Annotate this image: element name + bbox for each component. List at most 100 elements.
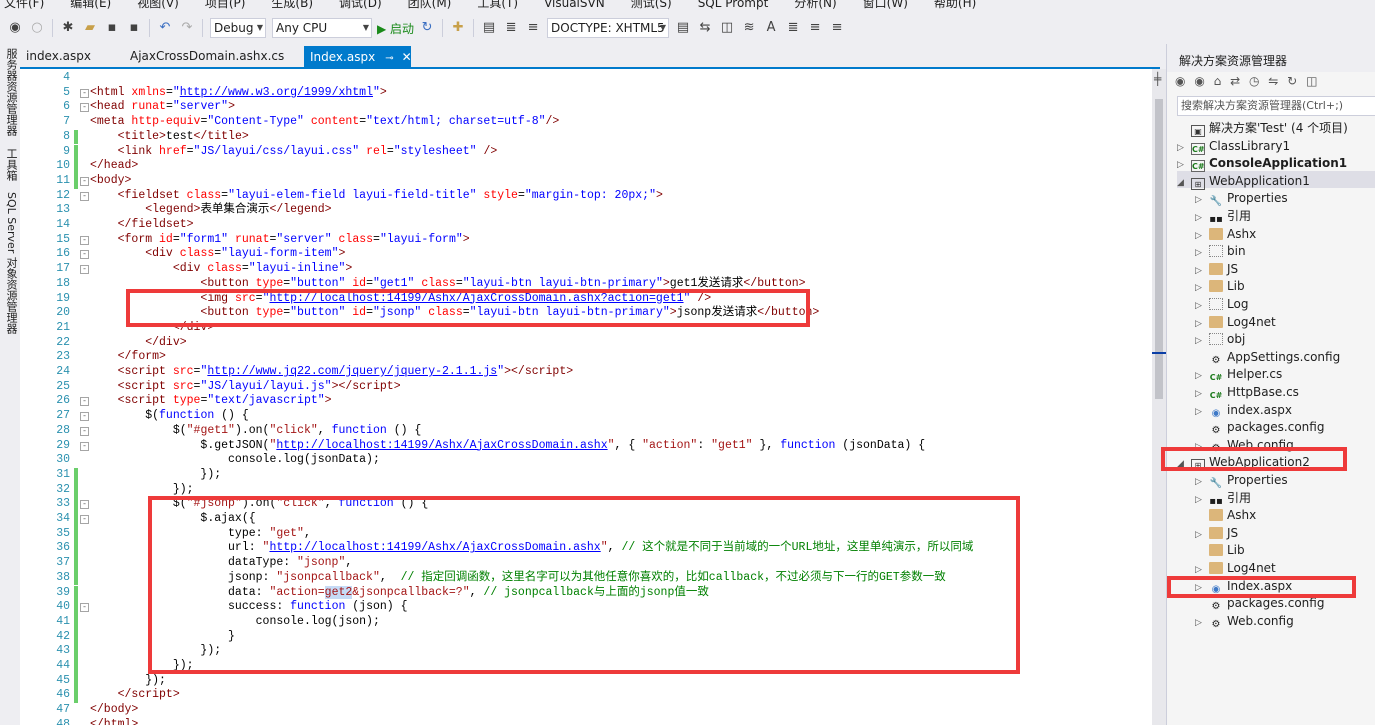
menu-item[interactable]: 项目(P) [205, 0, 246, 9]
undo-icon[interactable]: ↶ [157, 20, 173, 36]
code-line[interactable]: 25 <script src="JS/layui/layui.js"></scr… [20, 380, 1152, 395]
fold-toggle-icon[interactable]: - [80, 250, 89, 260]
tree-item[interactable]: ▷ 🔧 Properties [1195, 472, 1288, 490]
code-line[interactable]: 18 <button type="button" id="get1" class… [20, 277, 1152, 292]
code-line[interactable]: 23 </form> [20, 350, 1152, 365]
new-project-icon[interactable]: ✱ [60, 20, 76, 36]
code-line[interactable]: 46 </script> [20, 688, 1152, 704]
code-editor[interactable]: 4 5- <html xmlns="http://www.w3.org/1999/x… [20, 69, 1152, 725]
code-line[interactable]: 17- <div class="layui-inline"> [20, 262, 1152, 277]
tree-item[interactable]: ▷ ⚙ Web.config [1195, 437, 1294, 455]
code-line[interactable]: 9 <link href="JS/layui/css/layui.css" re… [20, 144, 1152, 160]
code-line[interactable]: 15- <form id="form1" runat="server" clas… [20, 233, 1152, 248]
fold-toggle-icon[interactable]: - [80, 265, 89, 275]
tab-index-aspx-active[interactable]: Index.aspx ⊸ ✕ [304, 46, 412, 68]
format-icon[interactable]: ≣ [503, 20, 519, 36]
tree-item[interactable]: ▷ Log4net [1195, 314, 1276, 332]
menu-item[interactable]: 窗口(W) [863, 0, 908, 9]
redo-icon[interactable]: ↷ [179, 20, 195, 36]
code-line[interactable]: 42 } [20, 629, 1152, 645]
code-line[interactable]: 36 url: "http://localhost:14199/Ashx/Aja… [20, 541, 1152, 557]
save-icon[interactable]: ▪ [104, 20, 120, 36]
tree-item[interactable]: ⚙ packages.config [1195, 595, 1325, 613]
tree-item[interactable]: ▷ obj [1195, 331, 1245, 349]
tree-item[interactable]: ▷ C# ConsoleApplication1 [1177, 155, 1347, 173]
code-line[interactable]: 8 <title>test</title> [20, 129, 1152, 145]
fold-toggle-icon[interactable]: - [80, 441, 89, 451]
font-icon[interactable]: A [763, 20, 779, 36]
sql-server-explorer-tab[interactable]: SQL Server 对象资源管理器 [3, 192, 19, 334]
config-select[interactable]: Debug ▼ [210, 18, 266, 38]
tree-item[interactable]: ▷ C# Helper.cs [1195, 366, 1282, 384]
code-line[interactable]: 22 </div> [20, 336, 1152, 351]
tree-item[interactable]: ▷ 🔧 Properties [1195, 190, 1288, 208]
solution-search-input[interactable]: 搜索解决方案资源管理器(Ctrl+;) [1177, 96, 1375, 116]
platform-select[interactable]: Any CPU ▼ [272, 18, 372, 38]
tag-icon[interactable]: ≋ [741, 20, 757, 36]
code-line[interactable]: 37 dataType: "jsonp", [20, 556, 1152, 571]
code-line[interactable]: 38 jsonp: "jsonpcallback", // 指定回调函数，这里名… [20, 570, 1152, 586]
refresh-icon[interactable]: ↻ [1287, 74, 1297, 88]
code-line[interactable]: 34 - $.ajax({ [20, 512, 1152, 527]
fold-toggle-icon[interactable]: - [80, 426, 89, 436]
code-line[interactable]: 12- <fieldset class="layui-elem-field la… [20, 189, 1152, 204]
server-explorer-tab[interactable]: 服务器资源管理器 [3, 48, 19, 136]
fold-toggle-icon[interactable]: - [80, 88, 89, 98]
fold-toggle-icon[interactable]: - [80, 500, 89, 510]
back-icon[interactable]: ◉ [1175, 74, 1185, 88]
fold-toggle-icon[interactable]: - [80, 103, 89, 113]
sync-icon[interactable]: ⇄ [1230, 74, 1240, 88]
code-line[interactable]: 5- <html xmlns="http://www.w3.org/1999/xh… [20, 86, 1152, 101]
tree-item[interactable]: ⚙ packages.config [1195, 419, 1325, 437]
tree-item[interactable]: ▷ Lib [1195, 278, 1245, 296]
code-line[interactable]: 24 <script src="http://www.jq22.com/jque… [20, 365, 1152, 380]
tree-item[interactable]: ▷ ▪▪ 引用 [1195, 490, 1251, 508]
code-line[interactable]: 7 <meta http-equiv="Content-Type" content… [20, 115, 1152, 130]
fold-toggle-icon[interactable]: - [80, 412, 89, 422]
code-line[interactable]: 33- $("#jsonp").on("click", function () … [20, 497, 1152, 512]
menu-item[interactable]: 视图(V) [137, 0, 179, 9]
fold-toggle-icon[interactable]: - [80, 235, 89, 245]
home-icon[interactable]: ⌂ [1214, 74, 1222, 88]
tree-item[interactable]: ▷ bin [1195, 243, 1246, 261]
list-icon[interactable]: ≡ [807, 20, 823, 36]
tree-item[interactable]: ▷ Log4net [1195, 560, 1276, 578]
tree-item[interactable]: ▷ Ashx [1195, 226, 1256, 244]
tree-item[interactable]: ⚙ AppSettings.config [1195, 349, 1341, 367]
indent-icon[interactable]: ≡ [525, 20, 541, 36]
collapse-icon[interactable]: ◫ [1306, 74, 1317, 88]
refresh-icon[interactable]: ↻ [419, 20, 435, 36]
menu-item[interactable]: 帮助(H) [934, 0, 976, 9]
menu-item[interactable]: 编辑(E) [70, 0, 111, 9]
code-line[interactable]: 11- <body> [20, 173, 1152, 189]
code-line[interactable]: 14 </fieldset> [20, 218, 1152, 233]
history-icon[interactable]: ◷ [1249, 74, 1259, 88]
tree-item[interactable]: ▷ C# ClassLibrary1 [1177, 138, 1290, 156]
code-line[interactable]: 20 <button type="button" id="jsonp" clas… [20, 306, 1152, 321]
tree-item[interactable]: ▷ JS [1195, 261, 1238, 279]
code-line[interactable]: 19 <img src="http://localhost:14199/Ashx… [20, 292, 1152, 307]
code-line[interactable]: 6- <head runat="server"> [20, 100, 1152, 115]
menu-item[interactable]: 调试(D) [339, 0, 382, 9]
tree-item[interactable]: ◢ ⊞ WebApplication1 [1177, 173, 1310, 191]
code-line[interactable]: 45 }); [20, 673, 1152, 689]
bookmark-icon[interactable]: ◫ [719, 20, 735, 36]
code-line[interactable]: 41 console.log(json); [20, 614, 1152, 630]
tree-item[interactable]: ▷ JS [1195, 525, 1238, 543]
properties-icon[interactable]: ▤ [675, 20, 691, 36]
expand-toggle-icon[interactable]: ▷ [1195, 615, 1209, 633]
document-icon[interactable]: ▤ [481, 20, 497, 36]
code-line[interactable]: 10 </head> [20, 159, 1152, 174]
code-line[interactable]: 26- <script type="text/javascript"> [20, 394, 1152, 409]
menu-item[interactable]: 测试(S) [631, 0, 672, 9]
tree-item[interactable]: ◢ ⊞ WebApplication2 [1177, 454, 1310, 472]
fold-toggle-icon[interactable]: - [80, 397, 89, 407]
code-line[interactable]: 21 </div> [20, 321, 1152, 336]
code-line[interactable]: 48 </html> [20, 718, 1152, 725]
tree-item[interactable]: Lib [1195, 542, 1245, 560]
code-line[interactable]: 16- <div class="layui-form-item"> [20, 247, 1152, 262]
forward-icon[interactable]: ◉ [1194, 74, 1204, 88]
tree-item[interactable]: ▷ ◉ index.aspx [1195, 402, 1292, 420]
tools-icon[interactable]: ≡ [829, 20, 845, 36]
code-line[interactable]: 30 console.log(jsonData); [20, 453, 1152, 468]
